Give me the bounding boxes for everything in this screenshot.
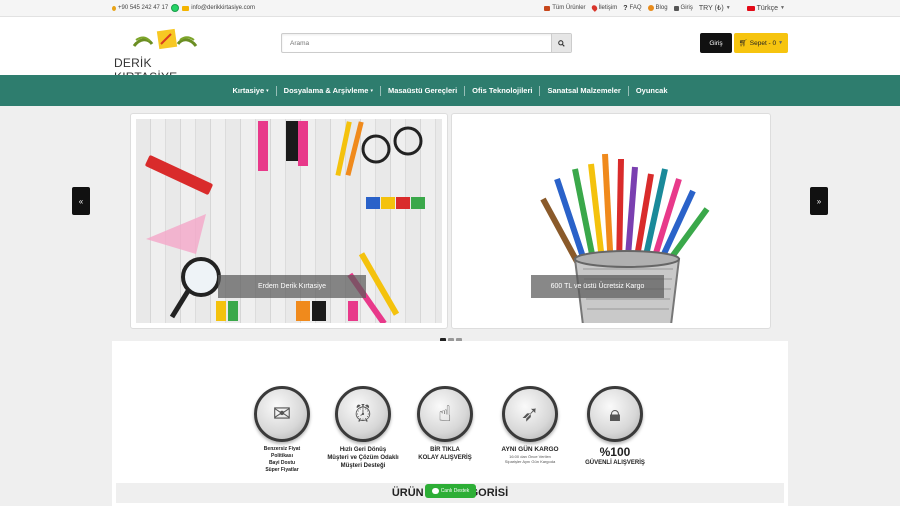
slider-prev-button[interactable]: « — [72, 187, 90, 215]
feature-line: AYNI GÜN KARGO — [501, 446, 559, 453]
nav-item-masaustu[interactable]: Masaüstü Gereçleri — [381, 86, 464, 95]
nav-label: Ofis Teknolojileri — [472, 86, 533, 95]
list-icon — [544, 5, 551, 11]
faq-link[interactable]: ? FAQ — [623, 5, 641, 12]
nav-item-ofis[interactable]: Ofis Teknolojileri — [465, 86, 539, 95]
feature-small-line: Siparişler Aynı Gün Kargoda — [504, 459, 556, 464]
whatsapp-icon[interactable] — [171, 4, 180, 12]
chevron-down-icon: ▼ — [725, 5, 731, 11]
hero-slider: Erdem Derik Kırtasiye 600 TL ve üstü Ücr… — [130, 113, 771, 329]
turkey-flag-icon — [746, 5, 755, 11]
nav-item-dosyalama[interactable]: Dosyalama & Arşivleme ▾ — [277, 86, 380, 95]
chevron-down-icon: ▾ — [266, 87, 269, 94]
feature-big-text: %100 — [599, 445, 631, 459]
email-address: info@derikkirtasiye.com — [191, 5, 255, 11]
padlock-icon: 🔒︎ — [587, 386, 643, 442]
site-logo[interactable]: DERİK KIRTASİYE — [114, 28, 214, 84]
feature-line: KOLAY ALIŞVERİŞ — [418, 455, 472, 461]
main-nav: Kırtasiye ▾ Dosyalama & Arşivleme ▾ Masaüs… — [0, 75, 900, 106]
feature-line: Süper Fiyatlar — [265, 467, 299, 473]
feature-price: ✉ Benzersiz Fiyat Politikası Bayi Dostu … — [245, 386, 319, 474]
nav-label: Kırtasiye — [232, 86, 265, 95]
currency-label: TRY (₺) — [698, 5, 724, 12]
top-login-label: Giriş — [680, 5, 693, 11]
alarm-clock-icon: ⏰︎ — [335, 386, 391, 442]
search-button[interactable] — [551, 34, 571, 52]
lock-icon — [673, 5, 679, 11]
language-select[interactable]: Türkçe ▼ — [746, 4, 785, 12]
top-bar: +90 545 242 47 17 info@derikkirtasiye.co… — [0, 0, 900, 17]
nav-item-sanatsal[interactable]: Sanatsal Malzemeler — [540, 86, 627, 95]
chevron-down-icon: ▼ — [778, 40, 784, 46]
feature-support: ⏰︎ Hızlı Geri Dönüş Müşteri ve Çözüm Oda… — [326, 386, 400, 470]
nav-label: Dosyalama & Arşivleme — [283, 86, 369, 95]
nav-label: Masaüstü Gereçleri — [387, 86, 458, 95]
feature-same-day: ➶ AYNI GÜN KARGO 16:00 dan Önce Verilen … — [493, 386, 567, 464]
nav-label: Oyuncak — [635, 86, 668, 95]
nav-item-kirtasiye[interactable]: Kırtasiye ▾ — [225, 86, 275, 95]
chevron-down-icon: ▾ — [370, 87, 373, 94]
slide-caption: 600 TL ve üstü Ücretsiz Kargo — [531, 275, 664, 298]
login-button[interactable]: Giriş — [700, 33, 732, 53]
question-icon: ? — [623, 4, 628, 12]
cart-label: Sepet - 0 — [749, 39, 777, 47]
feature-one-click: ☝ BİR TIKLA KOLAY ALIŞVERİŞ — [408, 386, 482, 462]
slide-pencils[interactable]: 600 TL ve üstü Ücretsiz Kargo — [451, 113, 771, 329]
feature-line: Bayi Dostu — [268, 460, 296, 466]
all-products-label: Tüm Ürünler — [552, 5, 586, 11]
phone-icon — [112, 5, 116, 11]
pointer-hand-icon: ☝ — [417, 386, 473, 442]
phone-number: +90 545 242 47 17 — [118, 5, 169, 11]
all-products-link[interactable]: Tüm Ürünler — [544, 5, 586, 11]
feature-line: Müşteri ve Çözüm Odaklı — [327, 455, 399, 461]
chat-bubble-icon — [431, 488, 439, 494]
cart-button[interactable]: 🛒︎ Sepet - 0 ▼ — [734, 33, 788, 53]
email-link[interactable]: info@derikkirtasiye.com — [182, 5, 255, 11]
blog-link[interactable]: Blog — [647, 5, 668, 11]
search-input[interactable] — [290, 37, 540, 50]
contact-link[interactable]: İletişim — [590, 4, 618, 12]
slide-stationery[interactable]: Erdem Derik Kırtasiye — [130, 113, 448, 329]
blog-label: Blog — [655, 5, 668, 11]
blog-icon — [647, 5, 654, 11]
category-title-left: ÜRÜN — [391, 487, 424, 499]
feature-line: GÜVENLİ ALIŞVERİŞ — [585, 460, 645, 466]
currency-select[interactable]: TRY (₺) ▼ — [699, 4, 731, 12]
faq-label: FAQ — [629, 5, 642, 11]
feature-secure: 🔒︎ %100 GÜVENLİ ALIŞVERİŞ — [578, 386, 652, 467]
feature-line: Politikası — [271, 453, 293, 459]
slider-next-button[interactable]: » — [810, 187, 828, 215]
price-tag-icon: ✉ — [254, 386, 310, 442]
nav-label: Sanatsal Malzemeler — [547, 86, 621, 95]
slide-caption: Erdem Derik Kırtasiye — [218, 275, 366, 298]
rocket-icon: ➶ — [502, 386, 558, 442]
features-section: ✉ Benzersiz Fiyat Politikası Bayi Dostu … — [112, 341, 788, 506]
contact-label: İletişim — [598, 5, 618, 11]
feature-line: BİR TIKLA — [430, 447, 460, 453]
map-pin-icon — [590, 4, 598, 12]
search-box — [281, 33, 572, 53]
feature-line: Benzersiz Fiyat — [263, 446, 301, 452]
logo-mark-icon — [132, 28, 198, 50]
feature-line: Müşteri Desteği — [340, 463, 386, 469]
language-label: Türkçe — [756, 4, 779, 12]
top-login-link[interactable]: Giriş — [673, 5, 693, 11]
nav-item-oyuncak[interactable]: Oyuncak — [629, 86, 675, 95]
live-chat-button[interactable]: Canlı Destek — [425, 484, 476, 498]
chat-label: Canlı Destek — [440, 488, 470, 494]
cart-icon: 🛒︎ — [738, 40, 748, 47]
phone-link[interactable]: +90 545 242 47 17 — [112, 5, 168, 11]
site-header: DERİK KIRTASİYE Giriş 🛒︎ Sepet - 0 ▼ — [0, 17, 900, 84]
feature-line: Hızlı Geri Dönüş — [339, 447, 387, 453]
chevron-down-icon: ▼ — [780, 5, 785, 11]
mail-icon — [182, 5, 190, 11]
search-icon — [558, 39, 565, 47]
